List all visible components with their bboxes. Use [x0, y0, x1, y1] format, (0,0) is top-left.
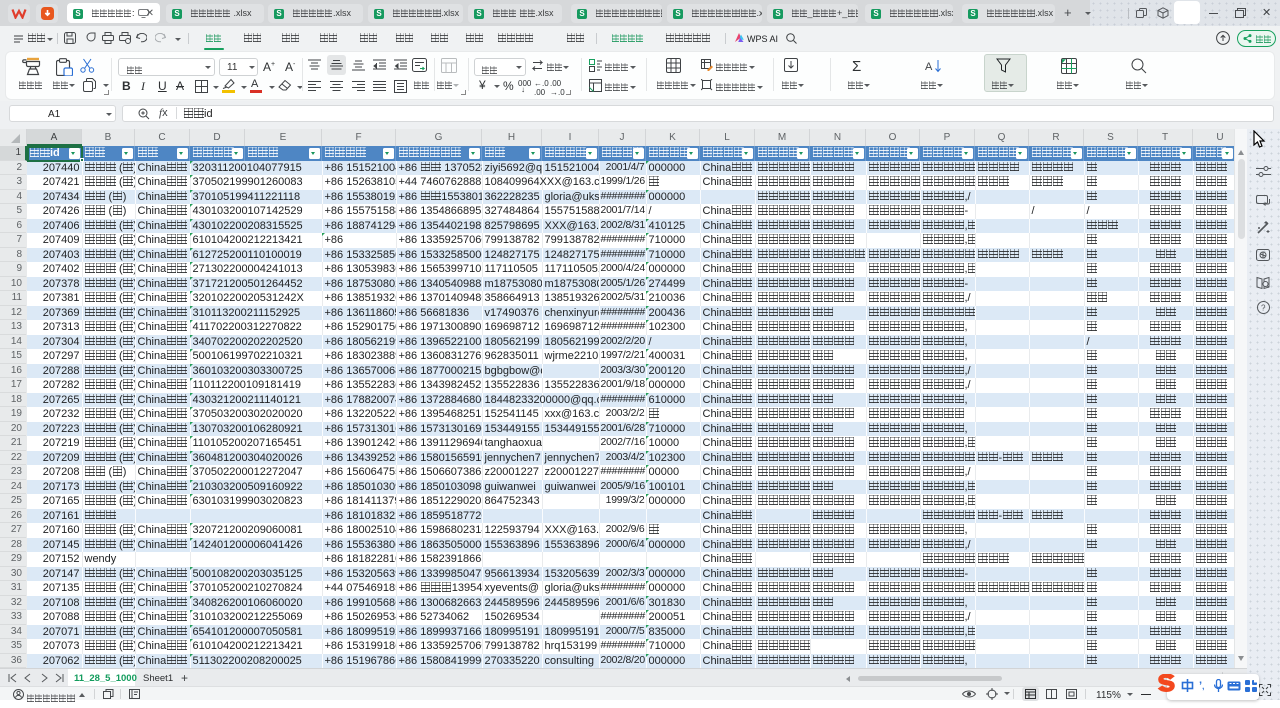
svg-text:?: ? [1261, 304, 1266, 313]
svg-text:A: A [925, 61, 933, 73]
